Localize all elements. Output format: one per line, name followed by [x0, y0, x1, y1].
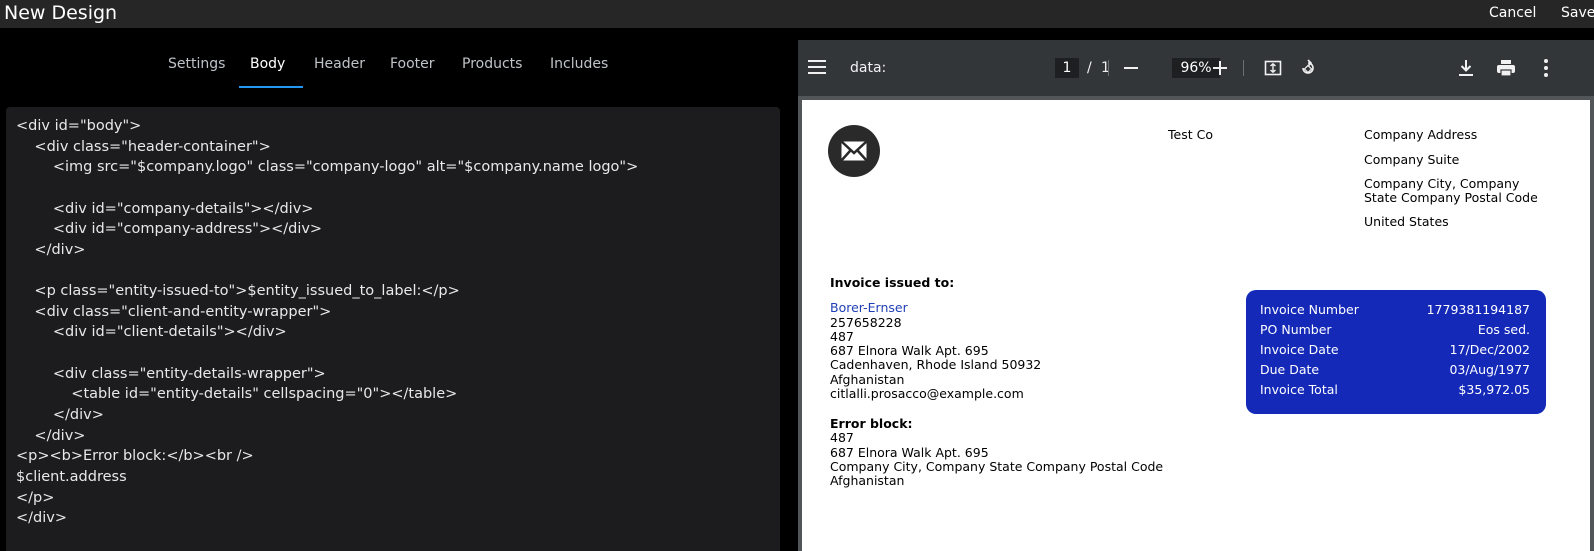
tab-body[interactable]: Body	[250, 56, 285, 72]
tab-includes[interactable]: Includes	[550, 56, 608, 72]
page-number-input[interactable]: 1	[1055, 58, 1079, 78]
code-line: <div id="client-details"></div>	[16, 324, 287, 340]
client-detail-line: Cadenhaven, Rhode Island 50932	[830, 357, 1042, 372]
error-block-line: 487	[830, 430, 854, 445]
plus-icon[interactable]	[1212, 60, 1228, 81]
active-tab-indicator	[239, 86, 303, 88]
print-icon[interactable]	[1496, 59, 1516, 82]
error-block-line: 687 Elnora Walk Apt. 695	[830, 445, 989, 460]
client-name-link[interactable]: Borer-Ernser	[830, 301, 908, 315]
invoice-number-value: 1779381194187	[1426, 302, 1530, 317]
invoice-number-label: Invoice Number	[1260, 302, 1359, 317]
invoice-total-value: $35,972.05	[1458, 382, 1530, 397]
editor-pane: Settings Body Header Footer Products Inc…	[0, 40, 782, 551]
tab-footer[interactable]: Footer	[390, 56, 435, 72]
code-line: </div>	[16, 242, 86, 258]
save-button[interactable]: Save	[1561, 5, 1594, 21]
code-line: <div class="entity-details-wrapper">	[16, 366, 326, 382]
issued-to-label: Invoice issued to:	[830, 275, 955, 290]
page-title: New Design	[4, 2, 118, 24]
code-line: <div id="company-address"></div>	[16, 221, 323, 237]
tab-products[interactable]: Products	[462, 56, 522, 72]
code-line: <div id="body">	[16, 118, 142, 134]
error-block-line: Company City, Company State Company Post…	[830, 459, 1164, 474]
more-vert-icon[interactable]	[1543, 58, 1549, 83]
menu-icon[interactable]	[808, 59, 826, 80]
company-address-line: Company City, Company	[1364, 176, 1520, 191]
error-block-line: Afghanistan	[830, 473, 905, 488]
code-line: <img src="$company.logo" class="company-…	[16, 159, 639, 175]
fit-page-icon[interactable]	[1264, 59, 1282, 82]
client-detail-line: 257658228	[830, 315, 902, 330]
invoice-date-value: 17/Dec/2002	[1449, 342, 1530, 357]
code-editor[interactable]: <div id="body"> <div class="header-conta…	[6, 107, 780, 551]
minus-icon[interactable]	[1123, 60, 1139, 81]
invoice-date-label: Invoice Date	[1260, 342, 1339, 357]
download-icon[interactable]	[1458, 59, 1474, 82]
toolbar-divider	[1108, 60, 1109, 76]
pdf-filename: data:	[850, 60, 887, 76]
client-detail-line: citlalli.prosacco@example.com	[830, 386, 1024, 401]
code-line: </div>	[16, 510, 67, 526]
code-line: <div class="client-and-entity-wrapper">	[16, 304, 332, 320]
tab-header[interactable]: Header	[314, 56, 365, 72]
rotate-icon[interactable]	[1299, 59, 1317, 82]
error-block-label: Error block:	[830, 416, 913, 431]
po-number-label: PO Number	[1260, 322, 1332, 337]
code-line: </p>	[16, 490, 55, 506]
due-date-label: Due Date	[1260, 362, 1320, 377]
client-detail-line: Afghanistan	[830, 372, 905, 387]
page-separator: /	[1087, 60, 1092, 76]
invoice-details-card: Invoice Number 1779381194187 PO Number E…	[1246, 290, 1546, 414]
pdf-page: Test Co Company Address Company Suite Co…	[802, 100, 1590, 551]
po-number-value: Eos sed.	[1477, 322, 1530, 337]
client-detail-line: 687 Elnora Walk Apt. 695	[830, 343, 989, 358]
tab-settings[interactable]: Settings	[168, 56, 225, 72]
due-date-value: 03/Aug/1977	[1449, 362, 1530, 377]
tab-bar: Settings Body Header Footer Products Inc…	[0, 40, 782, 88]
code-line: <p class="entity-issued-to">$entity_issu…	[16, 283, 460, 299]
company-address-line: Company Suite	[1364, 152, 1460, 167]
app-bar: New Design Cancel Save	[0, 0, 1594, 28]
pdf-toolbar: data: 1 / 1 96%	[798, 40, 1594, 96]
code-line: <table id="entity-details" cellspacing="…	[16, 386, 458, 402]
company-logo	[828, 125, 880, 177]
code-line: $client.address	[16, 469, 127, 485]
company-address-line: United States	[1364, 214, 1449, 229]
client-detail-line: 487	[830, 329, 854, 344]
code-line: </div>	[16, 428, 86, 444]
pdf-viewer: data: 1 / 1 96% Test Co Company Address …	[798, 40, 1594, 551]
code-line: <p><b>Error block:</b><br />	[16, 448, 254, 464]
code-line: <div class="header-container">	[16, 139, 271, 155]
toolbar-divider	[1243, 60, 1244, 76]
company-address-line: Company Address	[1364, 127, 1478, 142]
company-address-line: State Company Postal Code	[1364, 190, 1538, 205]
code-line: </div>	[16, 407, 104, 423]
cancel-button[interactable]: Cancel	[1489, 5, 1536, 21]
company-name: Test Co	[1168, 127, 1213, 142]
code-line: <div id="company-details"></div>	[16, 201, 314, 217]
invoice-total-label: Invoice Total	[1260, 382, 1338, 397]
